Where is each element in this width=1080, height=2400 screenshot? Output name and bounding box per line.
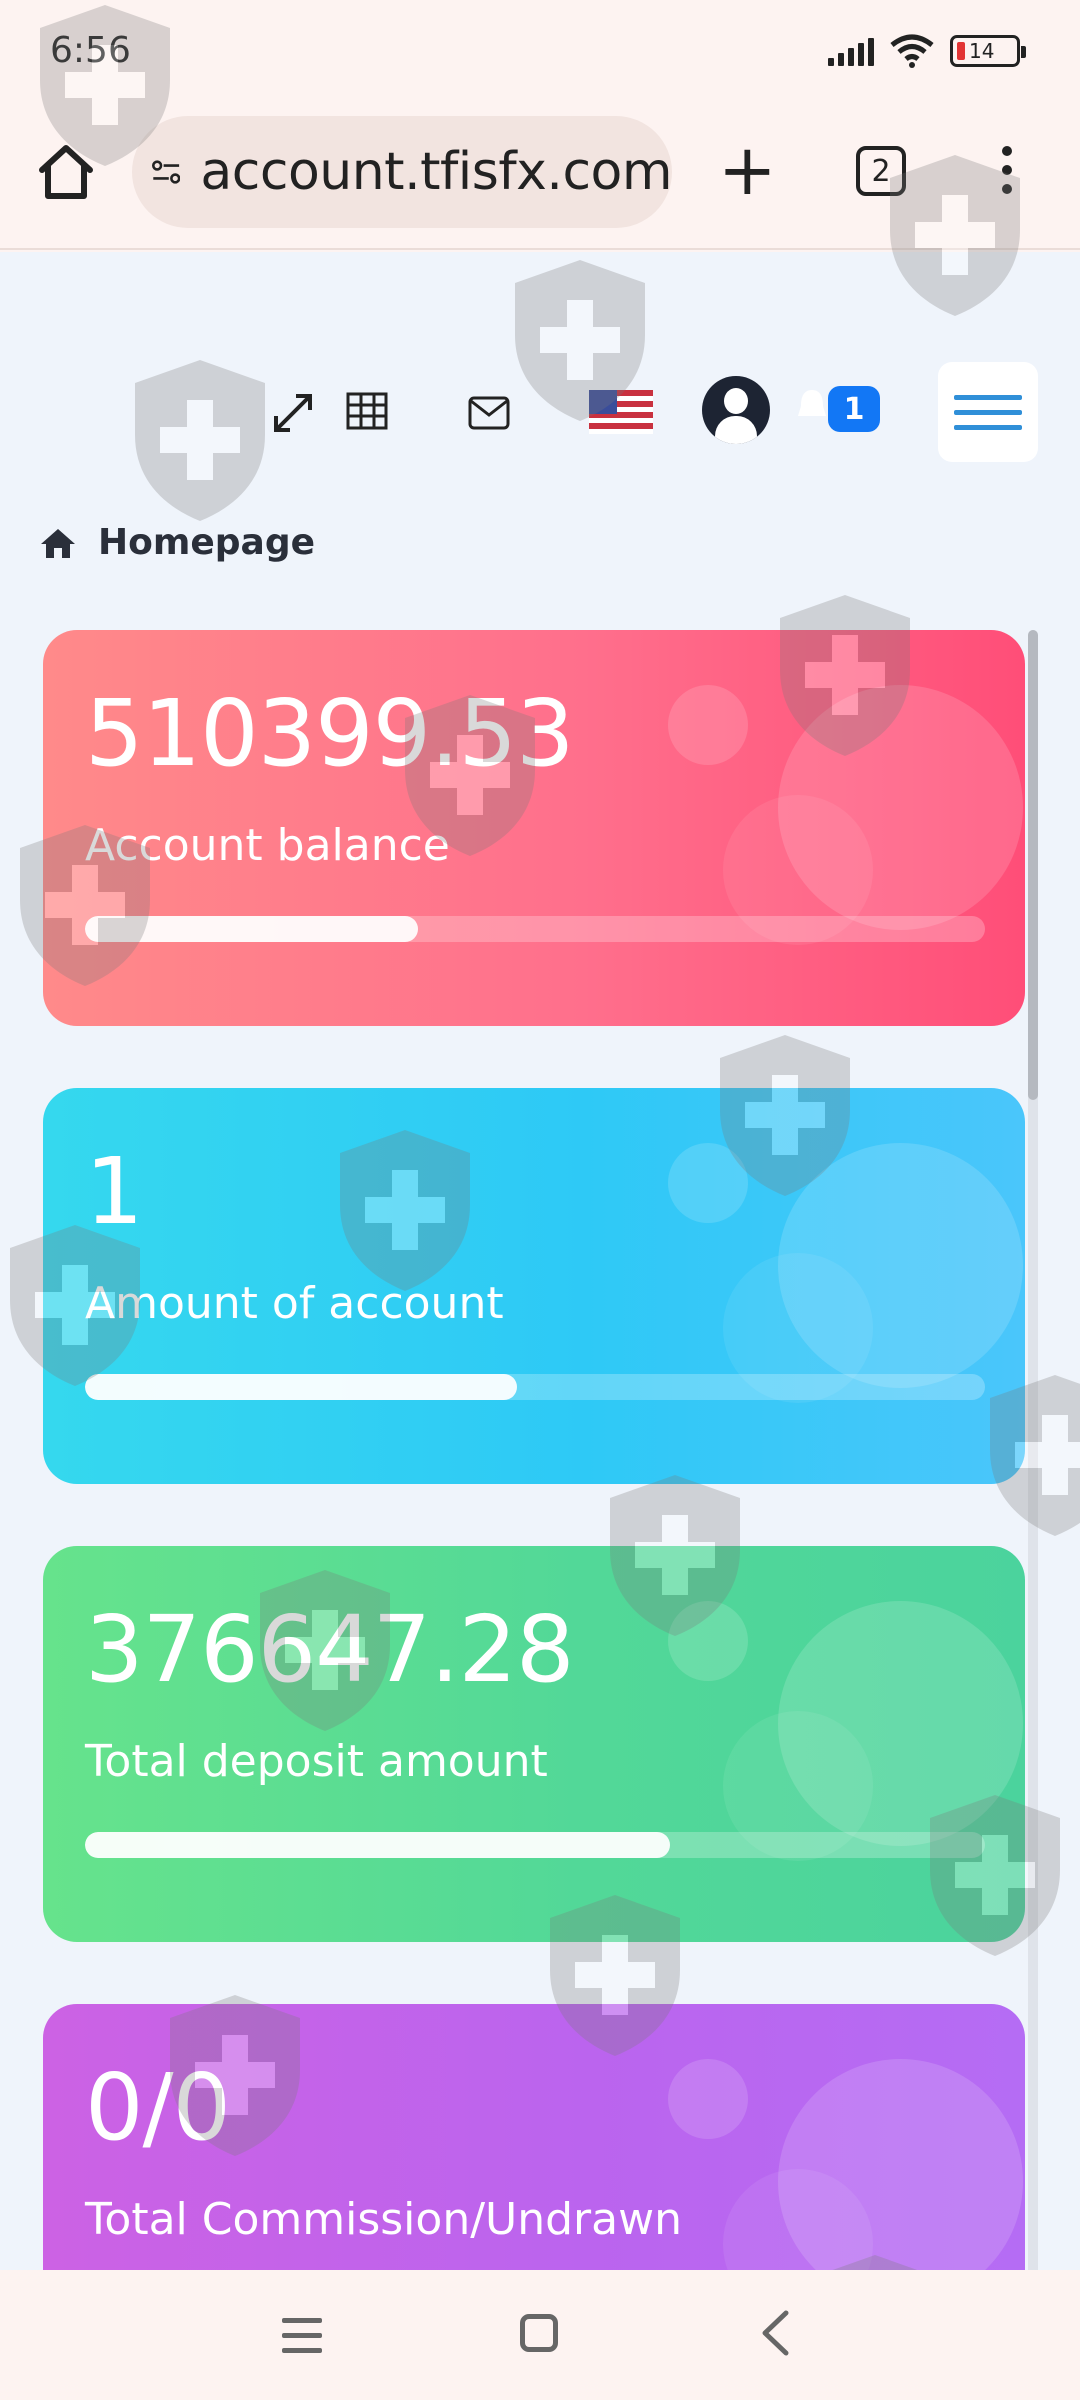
breadcrumb: Homepage xyxy=(40,522,315,563)
account-balance-card[interactable]: 510399.53 Account balance xyxy=(43,630,1025,1026)
fullscreen-icon[interactable] xyxy=(272,392,314,434)
signal-icon xyxy=(828,36,874,66)
mail-icon[interactable] xyxy=(468,396,510,430)
home-icon[interactable] xyxy=(34,140,98,204)
status-bar: 6:56 14 xyxy=(0,0,1080,110)
table-icon[interactable] xyxy=(346,392,388,430)
breadcrumb-label: Homepage xyxy=(98,522,316,563)
home-nav-icon[interactable] xyxy=(520,2314,558,2352)
total-deposit-card[interactable]: 376647.28 Total deposit amount xyxy=(43,1546,1025,1942)
card-value: 1 xyxy=(85,1138,144,1245)
wifi-icon xyxy=(890,34,934,68)
card-value: 376647.28 xyxy=(85,1596,575,1703)
more-options-icon[interactable] xyxy=(1000,146,1014,194)
progress-bar xyxy=(85,1374,517,1400)
scrollbar[interactable] xyxy=(1028,630,1038,2270)
card-label: Amount of account xyxy=(85,1278,504,1329)
progress-track xyxy=(85,1374,985,1400)
progress-bar xyxy=(85,916,418,942)
notification-badge[interactable]: 1 xyxy=(828,386,880,432)
commission-card[interactable]: 0/0 Total Commission/Undrawn xyxy=(43,2004,1025,2270)
system-nav-bar xyxy=(0,2270,1080,2400)
menu-icon[interactable] xyxy=(938,362,1038,462)
battery-icon: 14 xyxy=(950,35,1026,67)
tab-switcher-button[interactable]: 2 xyxy=(856,146,906,196)
site-settings-icon[interactable] xyxy=(152,152,181,192)
address-bar[interactable]: account.tfisfx.com xyxy=(132,116,672,228)
user-avatar[interactable] xyxy=(702,376,770,444)
us-flag-icon[interactable] xyxy=(589,390,653,434)
card-value: 510399.53 xyxy=(85,680,575,787)
progress-track xyxy=(85,1832,985,1858)
browser-toolbar: account.tfisfx.com + 2 xyxy=(0,110,1080,250)
card-label: Total deposit amount xyxy=(85,1736,548,1787)
progress-track xyxy=(85,916,985,942)
page-content: 1 Homepage 510399.53 Account balance 1 A… xyxy=(0,252,1080,2270)
recent-apps-icon[interactable] xyxy=(282,2318,322,2353)
top-nav: 1 xyxy=(0,362,1080,462)
status-icons: 14 xyxy=(828,34,1026,68)
battery-level: 14 xyxy=(969,39,995,63)
card-label: Total Commission/Undrawn xyxy=(85,2194,682,2245)
back-icon[interactable] xyxy=(760,2310,790,2356)
card-label: Account balance xyxy=(85,820,450,871)
card-value: 0/0 xyxy=(85,2054,231,2161)
new-tab-icon[interactable]: + xyxy=(718,135,777,205)
account-count-card[interactable]: 1 Amount of account xyxy=(43,1088,1025,1484)
progress-bar xyxy=(85,1832,670,1858)
bell-icon[interactable] xyxy=(795,382,829,426)
url-text[interactable]: account.tfisfx.com xyxy=(200,142,672,202)
home-icon xyxy=(41,528,75,558)
status-time: 6:56 xyxy=(50,30,131,71)
